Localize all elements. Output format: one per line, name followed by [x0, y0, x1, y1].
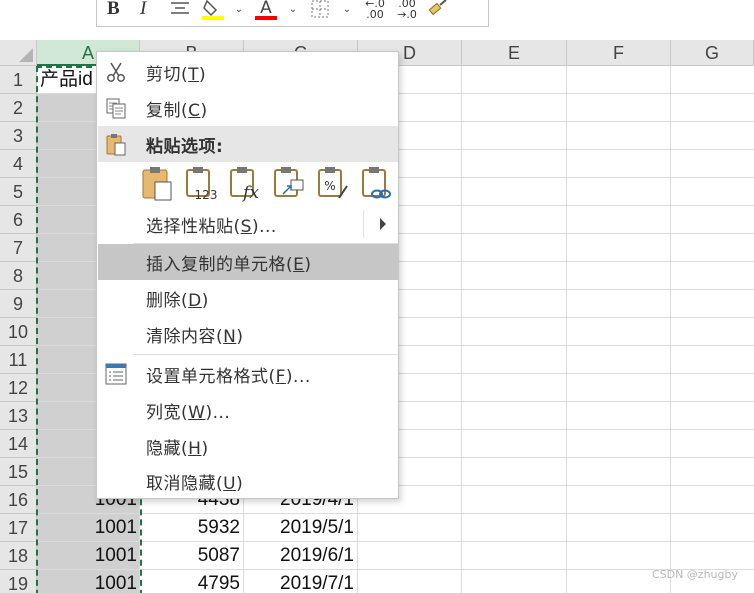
cell-b17[interactable]: 5932 — [140, 514, 243, 541]
select-all-button[interactable] — [0, 40, 37, 66]
row-header-6[interactable]: 6 — [0, 206, 37, 234]
cell-a17[interactable]: 1001 — [37, 514, 140, 541]
menu-item-label: 剪切(T) — [146, 64, 207, 85]
row-header-18[interactable]: 18 — [0, 542, 37, 570]
menu-item-label: 列宽(W)... — [146, 402, 231, 423]
submenu-divider — [363, 210, 364, 238]
fill-color-swatch — [202, 16, 224, 20]
menu-item-column-width[interactable]: 列宽(W)... — [98, 392, 398, 428]
paste-icon[interactable] — [141, 166, 175, 202]
cell-a19[interactable]: 1001 — [37, 570, 140, 593]
row-header-8[interactable]: 8 — [0, 262, 37, 290]
paste-formatting-label: % — [324, 179, 335, 193]
menu-item-label: 设置单元格格式(F)... — [146, 366, 311, 387]
row-header-16[interactable]: 16 — [0, 486, 37, 514]
cell-c19[interactable]: 2019/7/1 — [244, 570, 357, 593]
row-header-19[interactable]: 19 — [0, 570, 37, 593]
menu-item-label: 复制(C) — [146, 100, 208, 121]
paste-options-label: 粘贴选项: — [146, 136, 224, 157]
decrease-decimal-button[interactable]: .00 →.0 — [395, 0, 419, 21]
row-header-12[interactable]: 12 — [0, 374, 37, 402]
cell-c18[interactable]: 2019/6/1 — [244, 542, 357, 569]
increase-decimal-bottom: .00 — [366, 8, 384, 21]
paste-formatting-icon[interactable]: % — [317, 166, 351, 202]
row-header-10[interactable]: 10 — [0, 318, 37, 346]
decrease-decimal-bottom: →.0 — [397, 8, 417, 21]
format-cells-icon — [105, 363, 127, 385]
row-header-9[interactable]: 9 — [0, 290, 37, 318]
borders-icon[interactable] — [309, 0, 331, 21]
clipboard-icon — [106, 134, 126, 156]
paste-values-icon[interactable]: 123 — [185, 166, 219, 202]
menu-item-paste-special[interactable]: 选择性粘贴(S)... — [98, 206, 398, 242]
menu-item-label: 删除(D) — [146, 290, 209, 311]
row-header-7[interactable]: 7 — [0, 234, 37, 262]
cell-b19[interactable]: 4795 — [140, 570, 243, 593]
align-center-icon[interactable] — [169, 0, 191, 21]
mini-toolbar: B I ⌄ A ⌄ ⌄ ←.0 .00 .00 →.0 — [96, 0, 489, 27]
paste-transpose-icon[interactable] — [273, 166, 307, 202]
row-header-4[interactable]: 4 — [0, 150, 37, 178]
paste-values-label: 123 — [195, 188, 218, 202]
cell-b18[interactable]: 5087 — [140, 542, 243, 569]
format-painter-icon[interactable] — [427, 0, 451, 21]
menu-item-label: 清除内容(N) — [146, 326, 244, 347]
menu-item-cut[interactable]: 剪切(T) — [98, 54, 398, 90]
increase-decimal-button[interactable]: ←.0 .00 — [363, 0, 387, 21]
submenu-arrow-icon — [380, 218, 386, 230]
paste-options-header: 粘贴选项: — [98, 126, 398, 162]
menu-item-label: 隐藏(H) — [146, 438, 209, 459]
menu-item-label: 取消隐藏(U) — [146, 473, 244, 494]
row-header-5[interactable]: 5 — [0, 178, 37, 206]
italic-button[interactable]: I — [140, 0, 146, 21]
bold-button[interactable]: B — [107, 0, 120, 21]
menu-separator — [133, 354, 398, 355]
paste-link-icon[interactable] — [361, 166, 395, 202]
table-row: 1001 5087 2019/6/1 — [37, 542, 754, 570]
menu-item-label: 插入复制的单元格(E) — [146, 254, 312, 275]
row-header-15[interactable]: 15 — [0, 458, 37, 486]
column-header-f[interactable]: F — [567, 40, 671, 66]
menu-item-format-cells[interactable]: 设置单元格格式(F)... — [98, 356, 398, 392]
font-color-icon[interactable]: A — [254, 0, 278, 21]
column-header-e[interactable]: E — [462, 40, 567, 66]
grid-line — [461, 66, 462, 593]
scissors-icon — [107, 62, 125, 82]
row-header-14[interactable]: 14 — [0, 430, 37, 458]
row-header-2[interactable]: 2 — [0, 94, 37, 122]
font-color-swatch — [255, 16, 277, 20]
grid-line — [670, 66, 671, 593]
table-row: 1001 4795 2019/7/1 — [37, 570, 754, 593]
table-row: 1001 5932 2019/5/1 — [37, 514, 754, 542]
paste-formulas-label: fx — [241, 183, 259, 202]
cell-c17[interactable]: 2019/5/1 — [244, 514, 357, 541]
row-header-3[interactable]: 3 — [0, 122, 37, 150]
row-header-13[interactable]: 13 — [0, 402, 37, 430]
menu-item-copy[interactable]: 复制(C) — [98, 90, 398, 126]
row-header-17[interactable]: 17 — [0, 514, 37, 542]
borders-dropdown[interactable]: ⌄ — [341, 0, 353, 21]
menu-item-hide[interactable]: 隐藏(H) — [98, 428, 398, 464]
menu-item-insert-copied-cells[interactable]: 插入复制的单元格(E) — [98, 244, 398, 280]
copy-icon — [106, 98, 126, 119]
svg-text:A: A — [260, 0, 272, 18]
fill-color-dropdown[interactable]: ⌄ — [233, 0, 245, 21]
font-color-dropdown[interactable]: ⌄ — [287, 0, 299, 21]
column-header-g[interactable]: G — [671, 40, 754, 66]
context-menu: 剪切(T) 复制(C) 粘贴选项: 123 fx % 选择性粘贴(S)... 插… — [96, 51, 399, 499]
grid-line — [566, 66, 567, 593]
fill-color-icon[interactable] — [201, 0, 225, 21]
row-header-11[interactable]: 11 — [0, 346, 37, 374]
watermark: CSDN @zhugby — [651, 568, 738, 581]
menu-item-clear-contents[interactable]: 清除内容(N) — [98, 316, 398, 352]
paste-formulas-icon[interactable]: fx — [229, 166, 263, 203]
row-header-1[interactable]: 1 — [0, 66, 37, 94]
menu-item-delete[interactable]: 删除(D) — [98, 280, 398, 316]
menu-item-label: 选择性粘贴(S)... — [146, 216, 277, 237]
cell-a18[interactable]: 1001 — [37, 542, 140, 569]
menu-item-unhide[interactable]: 取消隐藏(U) — [98, 463, 398, 499]
